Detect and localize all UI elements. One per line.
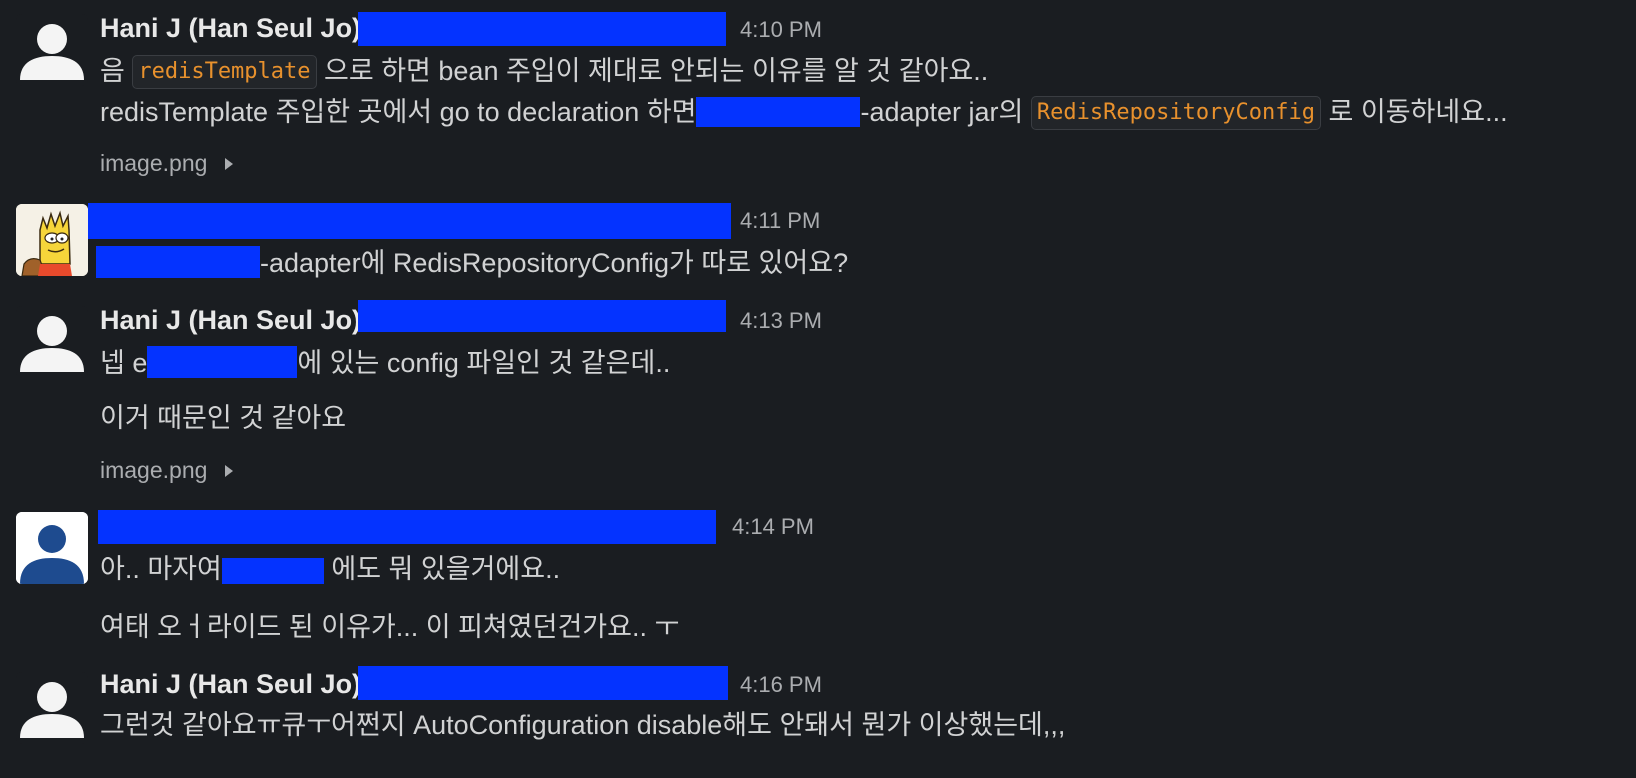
text-segment: 넵 e bbox=[100, 348, 148, 378]
person-silhouette-icon bbox=[20, 316, 84, 372]
attachment-filename: image.png bbox=[100, 150, 208, 176]
redacted-author bbox=[88, 203, 731, 239]
message-text: 여태 오ㅓ라이드 된 이유가... 이 피쳐였던건가요.. ㅜ bbox=[100, 612, 680, 642]
text-segment: 에도 뭐 있을거에요.. bbox=[323, 554, 561, 584]
inline-code: RedisRepositoryConfig bbox=[1030, 96, 1322, 130]
timestamp[interactable]: 4:13 PM bbox=[740, 306, 822, 336]
timestamp[interactable]: 4:16 PM bbox=[740, 670, 822, 700]
attachment-toggle[interactable]: image.png bbox=[100, 148, 234, 178]
text-segment: 음 bbox=[100, 56, 133, 86]
timestamp[interactable]: 4:10 PM bbox=[740, 15, 822, 45]
author-name[interactable]: Hani J (Han Seul Jo) bbox=[100, 668, 361, 700]
user-avatar[interactable] bbox=[16, 512, 88, 584]
message-text: 넵 e 에 있는 config 파일인 것 같은데.. bbox=[100, 346, 670, 380]
redacted-block bbox=[358, 666, 728, 700]
text-segment: -adapter에 RedisRepositoryConfig가 따로 있어요? bbox=[260, 248, 849, 278]
inline-code: redisTemplate bbox=[132, 55, 317, 89]
message-text: 그런것 같아요ㅠ큐ㅜ어쩐지 AutoConfiguration disable해… bbox=[100, 710, 1066, 740]
person-silhouette-icon bbox=[16, 512, 88, 584]
redacted-inline bbox=[696, 97, 861, 127]
message-text: 음 redisTemplate 으로 하면 bean 주입이 제대로 안되는 이… bbox=[100, 54, 988, 89]
message-text: 이거 때문인 것 같아요 bbox=[100, 403, 347, 433]
redacted-block bbox=[358, 300, 726, 332]
user-avatar[interactable] bbox=[16, 204, 88, 276]
user-avatar[interactable] bbox=[16, 14, 88, 86]
user-avatar[interactable] bbox=[16, 672, 88, 744]
redacted-block bbox=[358, 12, 726, 46]
message-feed: Hani J (Han Seul Jo) 4:10 PM 음 redisTemp… bbox=[0, 0, 1636, 778]
text-segment: 으로 하면 bean 주입이 제대로 안되는 이유를 알 것 같아요.. bbox=[316, 56, 989, 86]
author-name[interactable]: Hani J (Han Seul Jo) bbox=[100, 304, 361, 336]
message-text: 아.. 마자여 에도 뭐 있을거에요.. bbox=[100, 552, 560, 586]
user-avatar[interactable] bbox=[16, 306, 88, 378]
person-silhouette-icon bbox=[20, 682, 84, 738]
caret-right-icon[interactable] bbox=[225, 158, 234, 170]
attachment-filename: image.png bbox=[100, 457, 208, 483]
text-segment: 로 이동하네요... bbox=[1321, 97, 1508, 127]
redacted-inline bbox=[147, 346, 298, 378]
text-segment: 에 있는 config 파일인 것 같은데.. bbox=[297, 348, 671, 378]
timestamp[interactable]: 4:11 PM bbox=[740, 206, 820, 236]
cartoon-avatar-icon bbox=[16, 204, 88, 276]
timestamp[interactable]: 4:14 PM bbox=[732, 512, 814, 542]
message-text: -adapter에 RedisRepositoryConfig가 따로 있어요? bbox=[96, 246, 848, 280]
redacted-inline bbox=[96, 246, 260, 278]
person-silhouette-icon bbox=[20, 24, 84, 80]
message-text: redisTemplate 주입한 곳에서 go to declaration … bbox=[100, 95, 1508, 130]
caret-right-icon[interactable] bbox=[225, 465, 234, 477]
text-segment: redisTemplate 주입한 곳에서 go to declaration … bbox=[100, 97, 697, 127]
text-segment: 아.. 마자여 bbox=[100, 554, 222, 584]
attachment-toggle[interactable]: image.png bbox=[100, 455, 234, 485]
redacted-inline bbox=[221, 558, 324, 584]
redacted-author bbox=[98, 510, 716, 544]
author-name[interactable]: Hani J (Han Seul Jo) bbox=[100, 12, 361, 44]
text-segment: -adapter jar의 bbox=[860, 97, 1031, 127]
